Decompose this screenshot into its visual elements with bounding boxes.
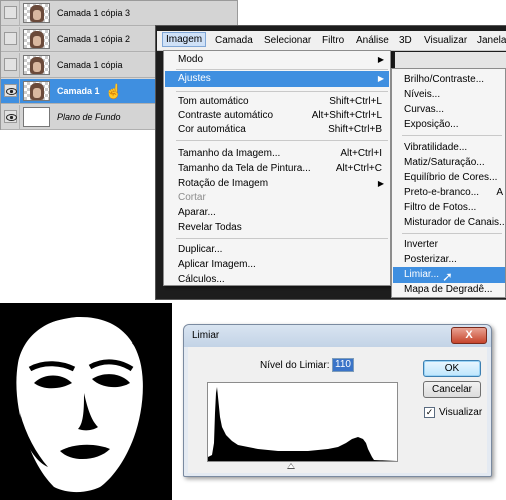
layer-divider — [19, 79, 20, 104]
menu-item-ajustes[interactable]: Ajustes — [178, 73, 211, 84]
menu-item-niveis[interactable]: Níveis... — [404, 89, 440, 100]
menu-item-brilho-contraste[interactable]: Brilho/Contraste... — [404, 74, 484, 85]
menu-item-cortar: Cortar — [178, 192, 206, 203]
preview-checkbox[interactable]: ✓ — [424, 407, 435, 418]
histogram — [207, 382, 398, 462]
dialog-title: Limiar — [192, 330, 220, 341]
menu-item-matiz-saturacao[interactable]: Matiz/Saturação... — [404, 157, 485, 168]
shortcut-label: Shift+Ctrl+L — [329, 96, 382, 107]
layer-divider — [19, 27, 20, 52]
visibility-toggle[interactable] — [4, 58, 17, 71]
threshold-slider-handle[interactable] — [287, 463, 295, 469]
menu-separator — [176, 238, 388, 239]
threshold-portrait-image — [0, 303, 172, 500]
pointer-cursor-icon: ➚ — [442, 269, 453, 284]
layer-divider — [19, 53, 20, 78]
menu-item-filtro-fotos[interactable]: Filtro de Fotos... — [404, 202, 476, 213]
layer-name: Camada 1 cópia 3 — [57, 8, 131, 18]
menu-item-rotacao-imagem[interactable]: Rotação de Imagem — [178, 178, 268, 189]
menu-item-vibratilidade[interactable]: Vibratilidade... — [404, 142, 467, 153]
shortcut-label: A — [496, 187, 503, 198]
dialog-titlebar[interactable]: Limiar X — [184, 325, 491, 347]
menu-item-aplicar-imagem[interactable]: Aplicar Imagem... — [178, 259, 256, 270]
layer-thumbnail — [23, 55, 50, 75]
visibility-toggle[interactable] — [4, 32, 17, 45]
submenu-arrow-icon: ▶ — [377, 179, 384, 188]
menu-item-aparar[interactable]: Aparar... — [178, 207, 216, 218]
layer-row[interactable]: Camada 1 cópia 3 — [1, 1, 237, 26]
shortcut-label: Alt+Ctrl+C — [335, 163, 382, 174]
submenu-arrow-icon: ▶ — [377, 55, 384, 64]
layer-name: Plano de Fundo — [57, 112, 121, 122]
menu-visualizar[interactable]: Visualizar — [424, 35, 467, 46]
shortcut-label: Alt+Ctrl+I — [340, 148, 382, 159]
threshold-dialog: Limiar X Nível do Limiar: 110 OK Cancela… — [183, 324, 492, 477]
menu-imagem[interactable]: Imagem — [162, 32, 207, 47]
eye-icon[interactable] — [4, 84, 17, 97]
layer-thumbnail — [23, 81, 50, 101]
eye-icon[interactable] — [4, 110, 17, 123]
layer-name: Camada 1 cópia — [57, 60, 123, 70]
visibility-toggle[interactable] — [4, 6, 17, 19]
menu-item-tamanho-imagem[interactable]: Tamanho da Imagem... — [178, 148, 280, 159]
hand-cursor-icon: ☝ — [105, 83, 123, 99]
menu-item-posterizar[interactable]: Posterizar... — [404, 254, 457, 265]
submenu-arrow-icon: ▶ — [377, 74, 384, 83]
layer-divider — [19, 1, 20, 26]
menu-item-misturador-canais[interactable]: Misturador de Canais... — [404, 217, 505, 228]
menu-item-inverter[interactable]: Inverter — [404, 239, 438, 250]
threshold-level-input[interactable]: 110 — [332, 358, 354, 372]
menu-item-mapa-degrade[interactable]: Mapa de Degradê... — [404, 284, 492, 295]
shortcut-label: Shift+Ctrl+B — [328, 124, 382, 135]
menu-separator — [176, 140, 388, 141]
threshold-level-label: Nível do Limiar: — [260, 360, 330, 371]
menu-item-revelar-todas[interactable]: Revelar Todas — [178, 222, 242, 233]
menu-bar: Imagem Camada Selecionar Filtro Análise … — [157, 31, 506, 51]
menu-item-curvas[interactable]: Curvas... — [404, 104, 444, 115]
cancel-button[interactable]: Cancelar — [423, 381, 481, 398]
image-menu-dropdown: Modo ▶ Ajustes ▶ Tom automático Shift+Ct… — [163, 50, 391, 286]
menu-item-equilibrio-cores[interactable]: Equilíbrio de Cores... — [404, 172, 497, 183]
menu-separator — [176, 69, 388, 70]
layer-thumbnail — [23, 107, 50, 127]
layer-name: Camada 1 — [57, 86, 100, 96]
dialog-body: Nível do Limiar: 110 OK Cancelar ✓ Visua… — [188, 347, 487, 473]
adjustments-submenu: Brilho/Contraste... Níveis... Curvas... … — [391, 68, 506, 298]
close-button[interactable]: X — [451, 327, 487, 344]
menu-selecionar[interactable]: Selecionar — [264, 35, 311, 46]
layer-divider — [19, 105, 20, 130]
menu-item-exposicao[interactable]: Exposição... — [404, 119, 458, 130]
shortcut-label: Alt+Shift+Ctrl+L — [311, 110, 382, 121]
menu-item-tom-automatico[interactable]: Tom automático — [178, 96, 249, 107]
layer-name: Camada 1 cópia 2 — [57, 34, 131, 44]
menu-camada[interactable]: Camada — [215, 35, 253, 46]
menu-item-duplicar[interactable]: Duplicar... — [178, 244, 222, 255]
layer-thumbnail — [23, 3, 50, 23]
menu-3d[interactable]: 3D — [399, 35, 412, 46]
preview-checkbox-label: Visualizar — [439, 407, 483, 418]
layer-thumbnail — [23, 29, 50, 49]
menu-item-contraste-automatico[interactable]: Contraste automático — [178, 110, 273, 121]
menu-analise[interactable]: Análise — [356, 35, 389, 46]
menu-separator — [176, 91, 388, 92]
menu-separator — [402, 233, 502, 234]
menu-item-preto-branco[interactable]: Preto-e-branco... — [404, 187, 479, 198]
menu-item-cor-automatica[interactable]: Cor automática — [178, 124, 246, 135]
ok-button[interactable]: OK — [423, 360, 481, 377]
menu-janela[interactable]: Janela — [477, 35, 506, 46]
histogram-graph — [208, 387, 397, 461]
menu-separator — [402, 135, 502, 136]
menu-item-limiar[interactable]: Limiar... — [404, 269, 439, 280]
menu-item-calculos[interactable]: Cálculos... — [178, 274, 225, 285]
menu-item-tamanho-tela[interactable]: Tamanho da Tela de Pintura... — [178, 163, 311, 174]
menu-item-modo[interactable]: Modo — [178, 54, 203, 65]
menu-filtro[interactable]: Filtro — [322, 35, 344, 46]
